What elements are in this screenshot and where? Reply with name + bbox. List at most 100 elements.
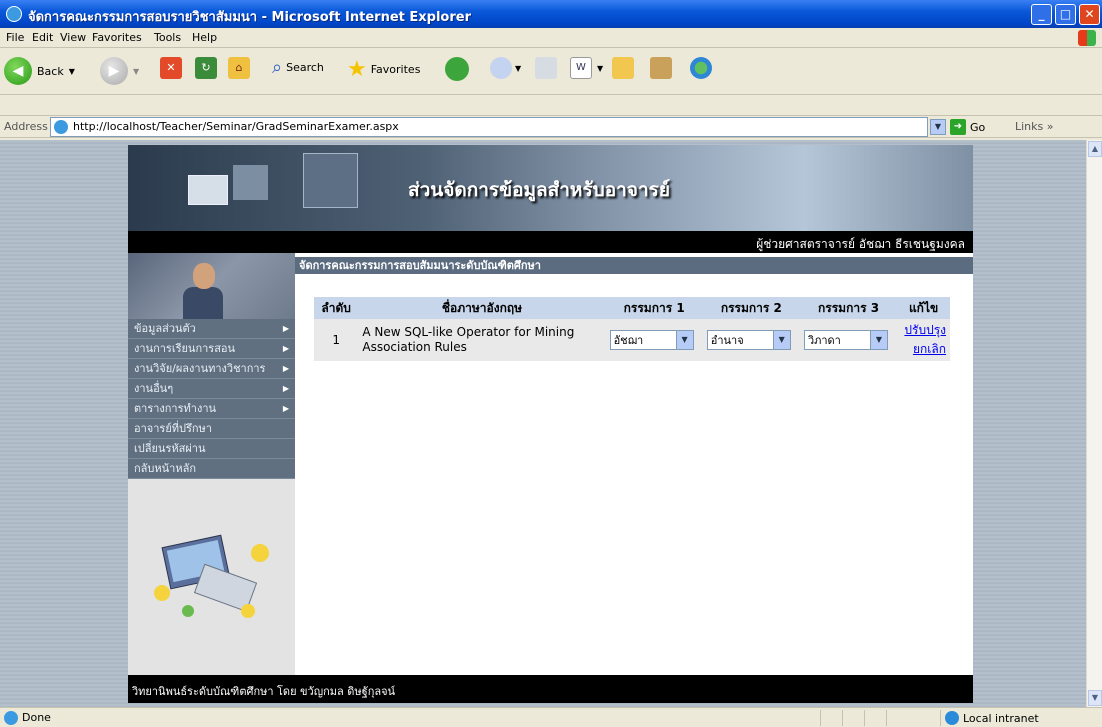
committee-1-select[interactable]: อัชฌา ▼ <box>609 330 694 350</box>
favorites-button[interactable]: ★ Favorites <box>347 57 420 82</box>
forward-arrow-icon: ▶ <box>100 57 128 85</box>
search-button[interactable]: ⌕ Search <box>272 57 324 78</box>
page-banner: ส่วนจัดการข้อมูลสำหรับอาจารย์ <box>128 145 973 231</box>
folder-button[interactable] <box>612 57 634 79</box>
web-page: ส่วนจัดการข้อมูลสำหรับอาจารย์ ผู้ช่วยศาส… <box>128 145 973 703</box>
refresh-button[interactable]: ↻ <box>195 57 217 79</box>
vertical-scrollbar[interactable]: ▲ ▼ <box>1086 140 1102 707</box>
address-bar: Address http://localhost/Teacher/Seminar… <box>0 116 1102 138</box>
sidebar-item-research[interactable]: งานวิจัย/ผลงานทางวิชาการ ▶ <box>128 359 295 379</box>
committee-3-cell: วิภาดา ▼ <box>799 319 898 361</box>
research-button[interactable] <box>650 57 672 79</box>
column-header: กรรมการ 2 <box>702 297 800 319</box>
maximize-button[interactable]: □ <box>1055 4 1076 25</box>
minimize-button[interactable]: _ <box>1031 4 1052 25</box>
menu-file[interactable]: File <box>6 31 24 44</box>
menu-help[interactable]: Help <box>192 31 217 44</box>
address-label: Address <box>4 120 48 133</box>
status-divider <box>886 710 887 726</box>
window-title: จัดการคณะกรรมการสอบรายวิชาสัมมนา - Micro… <box>28 10 471 25</box>
folder-icon <box>612 57 634 79</box>
photo-figure <box>193 263 215 289</box>
row-number: 1 <box>314 319 359 361</box>
menu-view[interactable]: View <box>60 31 86 44</box>
research-icon <box>650 57 672 79</box>
word-icon: W <box>570 57 592 79</box>
status-divider <box>820 710 821 726</box>
status-divider <box>864 710 865 726</box>
column-header: ชื่อภาษาอังกฤษ <box>358 297 606 319</box>
sidebar-item-profile[interactable]: ข้อมูลส่วนตัว ▶ <box>128 319 295 339</box>
chevron-down-icon: ▼ <box>772 331 790 349</box>
sidebar-item-other[interactable]: งานอื่นๆ ▶ <box>128 379 295 399</box>
close-button[interactable]: ✕ <box>1079 4 1100 25</box>
sidebar-item-teaching[interactable]: งานการเรียนการสอน ▶ <box>128 339 295 359</box>
toolbar: ◀ Back ▼ ▶ ▼ ✕ ↻ ⌂ ⌕ Search ★ Favorites … <box>0 49 1102 95</box>
edit-button[interactable]: W ▼ <box>570 57 603 79</box>
author-bar: ผู้ช่วยศาสตราจารย์ อัชฌา ธีรเชนฐมงคล <box>128 231 973 253</box>
status-text: Done <box>22 711 51 724</box>
chevron-down-icon: ▼ <box>675 331 693 349</box>
go-arrow-icon: ➜ <box>950 119 966 135</box>
search-icon: ⌕ <box>272 57 283 78</box>
go-button[interactable]: ➜ Go <box>950 119 985 135</box>
back-arrow-icon: ◀ <box>4 57 32 85</box>
home-button[interactable]: ⌂ <box>228 57 250 79</box>
page-footer: วิทยานิพนธ์ระดับบัณฑิตศึกษา โดย ขวัญกมล … <box>128 675 973 703</box>
star-icon: ★ <box>347 57 367 82</box>
history-button[interactable] <box>445 57 469 81</box>
menu-favorites[interactable]: Favorites <box>92 31 142 44</box>
update-link[interactable]: ปรับปรุง <box>901 321 946 340</box>
banner-title: ส่วนจัดการข้อมูลสำหรับอาจารย์ <box>408 179 670 201</box>
toolbar-spacer <box>0 95 1102 116</box>
table-header-row: ลำดับ ชื่อภาษาอังกฤษ กรรมการ 1 กรรมการ 2… <box>314 297 950 319</box>
sidebar-menu: ข้อมูลส่วนตัว ▶ งานการเรียนการสอน ▶ งานวิจ… <box>128 319 295 479</box>
chevron-down-icon: ▼ <box>133 66 140 76</box>
stop-icon: ✕ <box>160 57 182 79</box>
photo-figure <box>183 287 223 319</box>
menu-tools[interactable]: Tools <box>154 31 181 44</box>
window-titlebar: จัดการคณะกรรมการสอบรายวิชาสัมมนา - Micro… <box>0 0 1102 28</box>
sidebar-item-schedule[interactable]: ตารางการทำงาน ▶ <box>128 399 295 419</box>
address-dropdown-button[interactable]: ▼ <box>930 119 946 135</box>
scroll-up-icon[interactable]: ▲ <box>1088 141 1102 157</box>
sidebar: ข้อมูลส่วนตัว ▶ งานการเรียนการสอน ▶ งานวิจ… <box>128 253 295 675</box>
globe-icon <box>945 711 959 725</box>
footer-text: วิทยานิพนธ์ระดับบัณฑิตศึกษา โดย ขวัญกมล … <box>132 685 396 698</box>
chevron-right-icon: ▶ <box>282 384 289 393</box>
sidebar-item-change-password[interactable]: เปลี่ยนรหัสผ่าน <box>128 439 295 459</box>
column-header: กรรมการ 1 <box>605 297 703 319</box>
committee-3-select[interactable]: วิภาดา ▼ <box>803 330 888 350</box>
chevron-right-icon: ▶ <box>282 324 289 333</box>
chevron-right-icon: ▶ <box>282 364 289 373</box>
status-divider <box>940 710 941 726</box>
refresh-icon: ↻ <box>195 57 217 79</box>
edit-cell: ปรับปรุง ยกเลิก <box>897 319 950 361</box>
committee-2-select[interactable]: อำนาจ ▼ <box>706 330 791 350</box>
back-button[interactable]: ◀ Back ▼ <box>4 57 75 85</box>
address-input[interactable]: http://localhost/Teacher/Seminar/GradSem… <box>50 117 928 137</box>
print-button[interactable] <box>535 57 557 79</box>
scroll-down-icon[interactable]: ▼ <box>1088 690 1102 706</box>
messenger-icon <box>690 57 712 79</box>
banner-decoration <box>188 175 228 205</box>
forward-button[interactable]: ▶ ▼ <box>100 57 139 85</box>
table-row: 1 A New SQL-like Operator for Mining Ass… <box>314 319 950 361</box>
ie-icon <box>6 6 22 22</box>
sidebar-item-advisor[interactable]: อาจารย์ที่ปรึกษา <box>128 419 295 439</box>
sidebar-item-home[interactable]: กลับหน้าหลัก <box>128 459 295 479</box>
cancel-link[interactable]: ยกเลิก <box>901 340 946 359</box>
menu-bar: File Edit View Favorites Tools Help <box>0 28 1102 48</box>
links-button[interactable]: Links » <box>1015 120 1054 133</box>
chevron-down-icon: ▼ <box>597 63 604 73</box>
column-header: กรรมการ 3 <box>799 297 898 319</box>
mail-button[interactable]: ▼ <box>490 57 521 79</box>
column-header: แก้ไข <box>897 297 950 319</box>
chevron-down-icon: ▼ <box>515 63 522 73</box>
menu-edit[interactable]: Edit <box>32 31 53 44</box>
laptop-clipart <box>154 534 269 618</box>
stop-button[interactable]: ✕ <box>160 57 182 79</box>
messenger-button[interactable] <box>690 57 712 79</box>
section-title: จัดการคณะกรรมการสอบสัมมนาระดับบัณฑิตศึกษ… <box>295 257 973 274</box>
chevron-down-icon: ▼ <box>869 331 887 349</box>
